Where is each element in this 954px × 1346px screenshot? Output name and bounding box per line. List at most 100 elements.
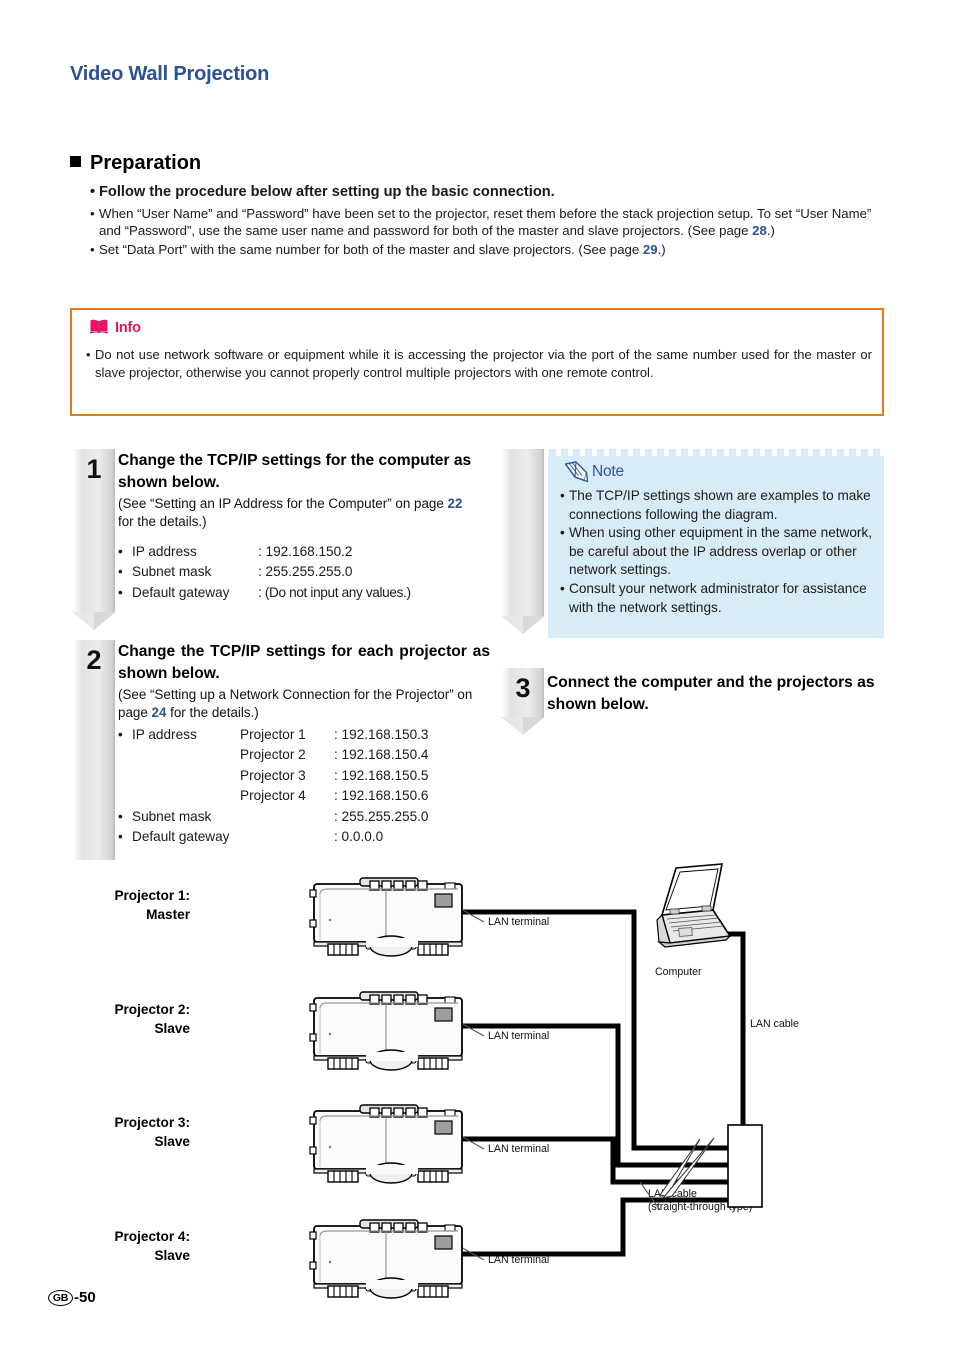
spec-value: : 255.255.255.0: [334, 808, 429, 824]
spec-row: Projector 2 : 192.168.150.4: [118, 745, 490, 766]
preparation-heading: Preparation: [70, 152, 201, 175]
scallop-edge-icon: [548, 449, 884, 456]
preparation-bullet-text: Follow the procedure below after setting…: [99, 184, 555, 200]
pencil-icon: [564, 461, 589, 482]
page-reference-link[interactable]: 28: [752, 223, 767, 238]
banner-tip-icon: [502, 717, 544, 735]
note-banner: [502, 449, 544, 634]
note-bullet: • The TCP/IP settings shown are examples…: [560, 487, 876, 524]
projector-3-graphic: [309, 1104, 463, 1184]
projector-ip: : 192.168.150.6: [334, 788, 429, 804]
spec-value: : 0.0.0.0: [334, 829, 384, 845]
step-3-content: Connect the computer and the projectors …: [547, 672, 877, 716]
connection-diagram: Projector 1: Master Projector 2: Slave P…: [0, 860, 954, 1300]
spec-key: IP address: [132, 726, 197, 742]
bullet-dot-icon: [118, 745, 132, 766]
projector-ip: : 192.168.150.3: [334, 726, 429, 742]
step-1-subtitle: (See “Setting an IP Address for the Comp…: [118, 495, 478, 532]
note-label: Note: [592, 462, 624, 480]
info-label: Info: [115, 319, 141, 336]
projector-1-graphic: [309, 877, 463, 957]
page-reference-link[interactable]: 29: [643, 242, 658, 257]
projector-name: Projector 3: [240, 767, 306, 783]
bullet-dot-icon: •: [86, 347, 91, 362]
bullet-dot-icon: •: [90, 241, 95, 257]
bullet-dot-icon: •: [118, 726, 123, 742]
bullet-dot-icon: •: [118, 543, 123, 559]
spec-key: IP address: [132, 543, 197, 559]
lan-cables: [455, 909, 746, 1257]
preparation-bullet: • Set “Data Port” with the same number f…: [90, 241, 885, 258]
preparation-bullet: • When “User Name” and “Password” have b…: [90, 205, 885, 240]
projector-ip: : 192.168.150.5: [334, 767, 429, 783]
preparation-bullet: • Follow the procedure below after setti…: [90, 182, 885, 202]
page-reference-link[interactable]: 24: [152, 705, 167, 720]
bullet-dot-icon: [118, 766, 132, 787]
text-segment: .): [766, 223, 775, 239]
spec-value: : 192.168.150.2: [258, 543, 353, 559]
note-bullet-text: The TCP/IP settings shown are examples t…: [569, 488, 871, 522]
step-1-banner: 1: [73, 449, 115, 630]
step-2-content: Change the TCP/IP settings for each proj…: [118, 641, 490, 848]
note-bullet-text: When using other equipment in the same n…: [569, 525, 873, 578]
note-bullet-text: Consult your network administrator for a…: [569, 580, 867, 615]
step-3-title: Connect the computer and the projectors …: [547, 674, 875, 713]
note-body: • The TCP/IP settings shown are examples…: [560, 487, 876, 617]
computer-graphic: [656, 863, 732, 948]
projector-2-graphic: [309, 991, 463, 1071]
page-title: Video Wall Projection: [70, 63, 270, 85]
spec-row: Projector 4 : 192.168.150.6: [118, 786, 490, 807]
bullet-dot-icon: [118, 786, 132, 807]
step-2-specs: • IP address Projector 1 : 192.168.150.3…: [118, 725, 490, 848]
info-body: • Do not use network software or equipme…: [86, 346, 872, 381]
spec-key-spacer: [132, 786, 240, 807]
callout-leaders: [458, 907, 485, 1261]
step-1-number: 1: [86, 454, 102, 484]
bullet-dot-icon: •: [118, 829, 123, 845]
spec-key: Subnet mask: [132, 808, 212, 824]
note-header: Note: [562, 461, 624, 482]
preparation-bullet-text: When “User Name” and “Password” have bee…: [99, 205, 885, 240]
bullet-dot-icon: •: [118, 808, 123, 824]
step-1-specs: • IP address : 192.168.150.2 • Subnet ma…: [118, 542, 478, 604]
bullet-dot-icon: •: [560, 525, 565, 541]
spec-key: Default gateway: [132, 584, 230, 600]
step-1-title: Change the TCP/IP settings for the compu…: [118, 452, 472, 491]
step-2-number: 2: [86, 645, 102, 675]
spec-row: • Subnet mask : 255.255.255.0: [118, 562, 478, 583]
page-footer: GB -50: [48, 1289, 96, 1306]
projector-ip: : 192.168.150.4: [334, 747, 429, 763]
bullet-dot-icon: •: [560, 580, 565, 596]
preparation-heading-label: Preparation: [90, 152, 202, 174]
note-bullet: • When using other equipment in the same…: [560, 524, 876, 580]
hub-graphic: [727, 1124, 763, 1208]
text-segment: for the details.): [118, 514, 207, 530]
note-callout-box: Note • The TCP/IP settings shown are exa…: [548, 449, 884, 638]
spec-value: : 255.255.255.0: [258, 564, 353, 580]
spec-key-spacer: [132, 766, 240, 787]
info-header: Info: [89, 319, 141, 336]
bullet-dot-icon: •: [118, 564, 123, 580]
page-reference-link[interactable]: 22: [448, 496, 463, 511]
spec-key: Subnet mask: [132, 564, 212, 580]
spec-row: • IP address : 192.168.150.2: [118, 542, 478, 563]
spec-key: Default gateway: [132, 829, 230, 845]
text-segment: (See “Setting an IP Address for the Comp…: [118, 496, 448, 511]
spec-row: • Default gateway : 0.0.0.0: [118, 827, 490, 848]
spec-key-spacer: [132, 745, 240, 766]
spec-row: • IP address Projector 1 : 192.168.150.3: [118, 725, 490, 746]
bullet-dot-icon: •: [560, 488, 565, 503]
step-2-title: Change the TCP/IP settings for each proj…: [118, 643, 490, 682]
step-1-content: Change the TCP/IP settings for the compu…: [118, 450, 478, 603]
info-callout-box: Info • Do not use network software or eq…: [70, 308, 884, 416]
spec-value: : (Do not input any values.): [258, 584, 411, 600]
step-2-banner: 2: [73, 640, 115, 860]
note-bullet: • Consult your network administrator for…: [560, 580, 876, 617]
banner-tip-icon: [502, 616, 544, 634]
open-book-icon: [90, 319, 108, 334]
square-bullet-icon: [70, 156, 81, 167]
bullet-dot-icon: •: [90, 184, 96, 200]
text-segment: for the details.): [166, 705, 259, 721]
preparation-bullets: • Follow the procedure below after setti…: [90, 182, 885, 259]
diagram-graphics: [309, 863, 763, 1299]
